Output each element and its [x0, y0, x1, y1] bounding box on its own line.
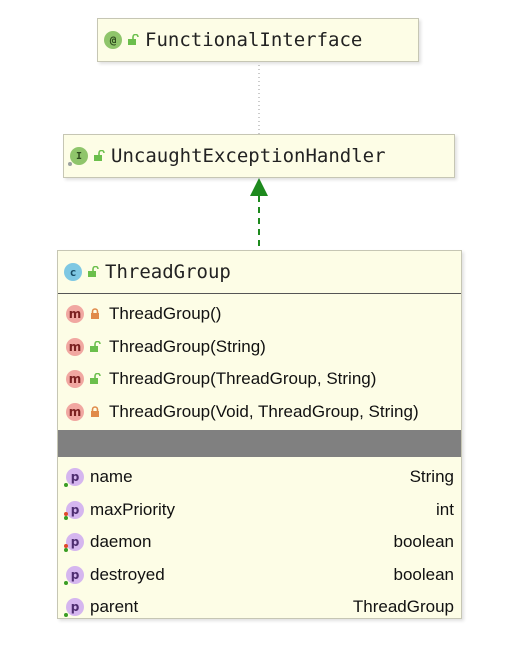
implements-arrowhead — [250, 178, 268, 196]
interface-badge-icon: I — [68, 147, 88, 166]
field-badge-icon: p — [64, 533, 84, 553]
field-name: daemon — [90, 532, 152, 552]
field-type: boolean — [393, 532, 454, 552]
method-badge-icon: m — [66, 305, 84, 324]
field-badge-icon: p — [64, 565, 84, 585]
field-type: int — [436, 499, 454, 519]
functional-interface-node[interactable]: @ FunctionalInterface — [97, 18, 419, 62]
fields-section: p name String p maxPriority int p daemon… — [58, 457, 461, 624]
node-title: UncaughtExceptionHandler — [111, 145, 386, 167]
public-lock-icon — [128, 34, 139, 45]
field-row[interactable]: p name String — [58, 461, 461, 494]
field-row[interactable]: p maxPriority int — [58, 494, 461, 527]
public-lock-icon — [90, 340, 101, 352]
final-marker-icon — [64, 613, 68, 618]
field-row[interactable]: p destroyed boolean — [58, 559, 461, 592]
public-lock-icon — [88, 266, 99, 277]
method-row[interactable]: m ThreadGroup(Void, ThreadGroup, String) — [58, 396, 461, 429]
field-badge-icon: p — [64, 468, 84, 488]
methods-section: m ThreadGroup() m ThreadGroup(String) m … — [58, 294, 461, 428]
node-title: FunctionalInterface — [145, 29, 363, 51]
final-marker-icon — [64, 548, 68, 553]
method-label: ThreadGroup() — [109, 304, 222, 324]
inner-marker-icon — [68, 162, 72, 166]
final-marker-icon — [64, 580, 68, 585]
uncaught-exception-handler-node[interactable]: I UncaughtExceptionHandler — [63, 134, 455, 178]
method-label: ThreadGroup(String) — [109, 336, 266, 356]
field-type: String — [409, 467, 454, 487]
collapsed-section-bar — [58, 430, 461, 457]
class-badge-icon: c — [64, 263, 82, 281]
thread-group-node[interactable]: c ThreadGroup m ThreadGroup() m ThreadGr… — [57, 250, 462, 619]
field-type: ThreadGroup — [352, 597, 454, 617]
field-type: boolean — [393, 564, 454, 584]
method-label: ThreadGroup(Void, ThreadGroup, String) — [109, 401, 419, 421]
field-row[interactable]: p parent ThreadGroup — [58, 591, 461, 624]
public-lock-icon — [90, 373, 101, 385]
final-marker-icon — [64, 515, 68, 520]
annotation-badge-icon: @ — [104, 31, 122, 49]
node-title: ThreadGroup — [105, 261, 231, 283]
final-marker-icon — [64, 483, 68, 488]
field-badge-icon: p — [64, 598, 84, 618]
method-badge-icon: m — [66, 402, 84, 421]
public-lock-icon — [94, 150, 105, 161]
method-badge-icon: m — [66, 337, 84, 356]
field-name: name — [90, 467, 133, 487]
field-badge-icon: p — [64, 500, 84, 520]
private-lock-icon — [91, 405, 99, 417]
private-lock-icon — [91, 308, 99, 320]
field-name: maxPriority — [90, 499, 176, 519]
method-row[interactable]: m ThreadGroup(ThreadGroup, String) — [58, 363, 461, 396]
method-label: ThreadGroup(ThreadGroup, String) — [109, 369, 377, 389]
field-name: parent — [90, 597, 139, 617]
method-row[interactable]: m ThreadGroup(String) — [58, 331, 461, 364]
field-name: destroyed — [90, 564, 165, 584]
field-row[interactable]: p daemon boolean — [58, 526, 461, 559]
method-row[interactable]: m ThreadGroup() — [58, 298, 461, 331]
method-badge-icon: m — [66, 370, 84, 389]
